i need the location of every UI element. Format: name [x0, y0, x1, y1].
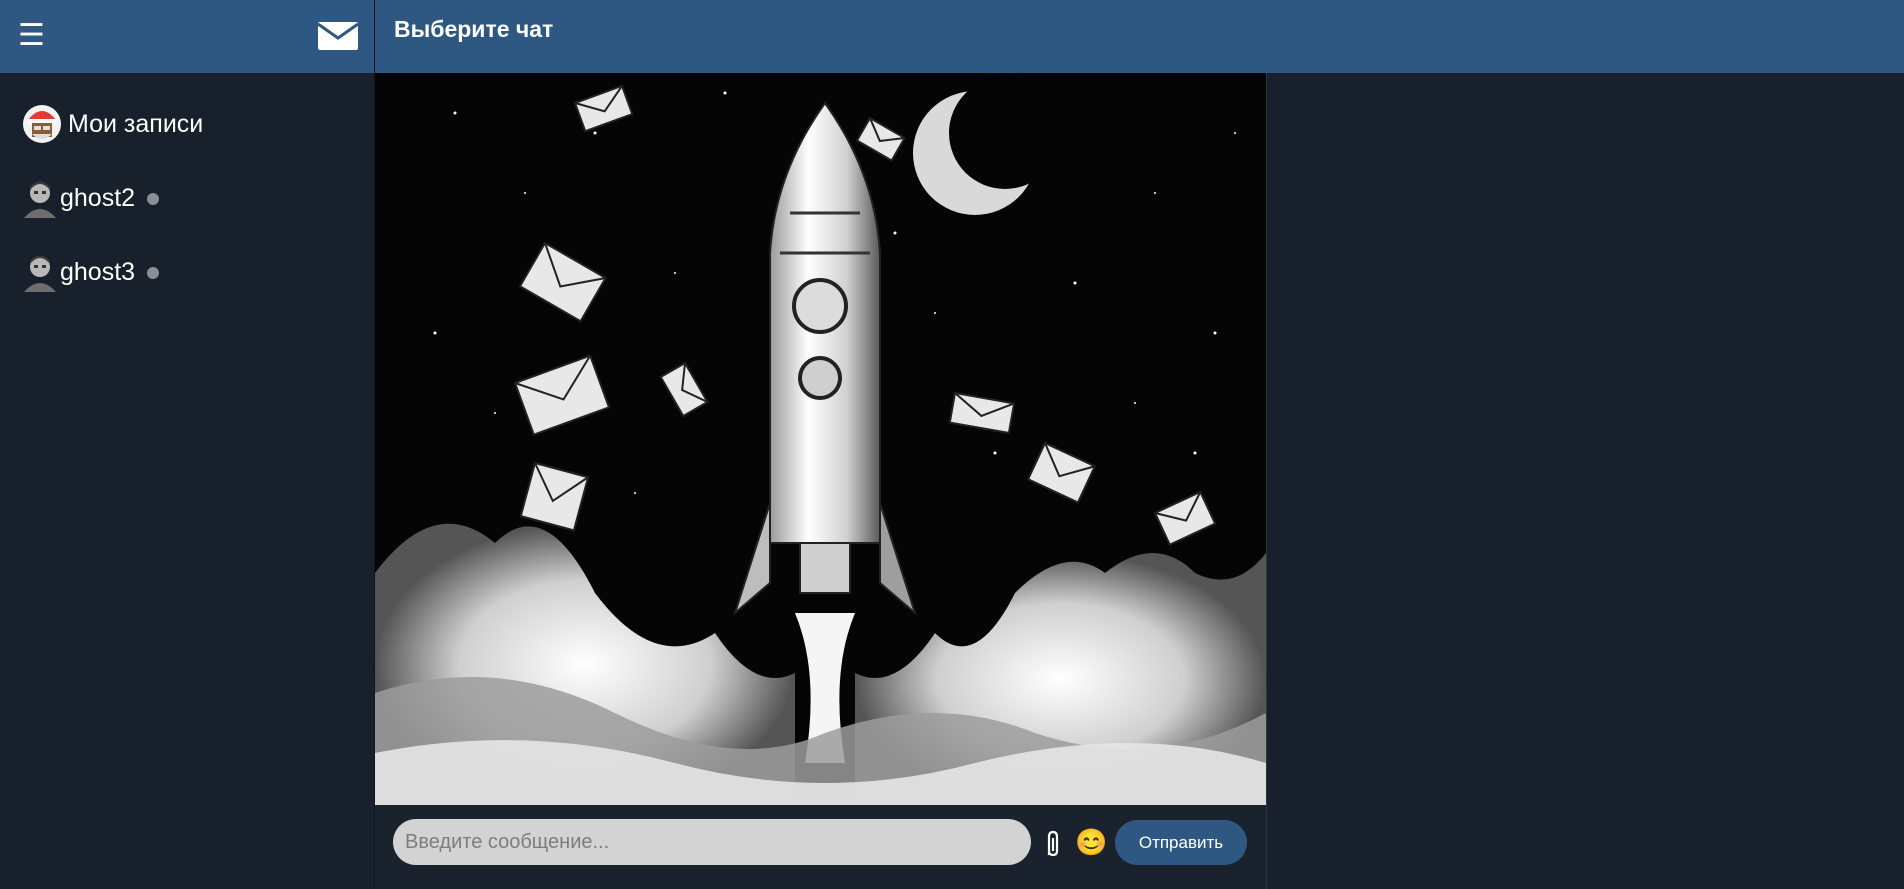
messenger-app: ☰ Мои записи ghost2 ghost3 Выберите чат … — [0, 0, 1904, 889]
chat-list: Мои записи ghost2 ghost3 — [0, 73, 374, 309]
chat-item-ghost2[interactable]: ghost2 — [0, 161, 374, 235]
sidebar: ☰ Мои записи ghost2 ghost3 — [0, 0, 375, 889]
hamburger-icon[interactable]: ☰ — [18, 21, 46, 51]
chat-name: ghost2 — [60, 183, 136, 212]
user-avatar — [22, 178, 58, 218]
chat-name: Мои записи — [68, 109, 204, 138]
chat-item-ghost3[interactable]: ghost3 — [0, 235, 374, 309]
message-input[interactable] — [393, 819, 1031, 865]
smiley-emoji-icon[interactable]: 😊 — [1075, 827, 1107, 857]
rocket-wallpaper-image — [375, 73, 1266, 805]
main-panel: Выберите чат Введите сообщение... 😊 Отпр… — [375, 0, 1904, 889]
chat-area: 😊 Отправить — [375, 73, 1267, 889]
paperclip-icon[interactable] — [1043, 829, 1061, 859]
message-composer: 😊 Отправить — [375, 805, 1266, 889]
offline-status-dot — [147, 193, 160, 205]
chat-item-my-notes[interactable]: Мои записи — [0, 87, 374, 161]
page-title: Выберите чат — [394, 16, 554, 42]
chat-name: ghost3 — [60, 257, 136, 286]
offline-status-dot — [147, 267, 160, 279]
sidebar-header: ☰ — [0, 0, 374, 73]
main-header: Выберите чат — [375, 0, 1904, 73]
santa-avatar — [22, 104, 62, 144]
send-button[interactable]: Отправить — [1115, 820, 1247, 865]
user-avatar — [22, 252, 58, 292]
envelope-icon[interactable] — [317, 22, 359, 50]
